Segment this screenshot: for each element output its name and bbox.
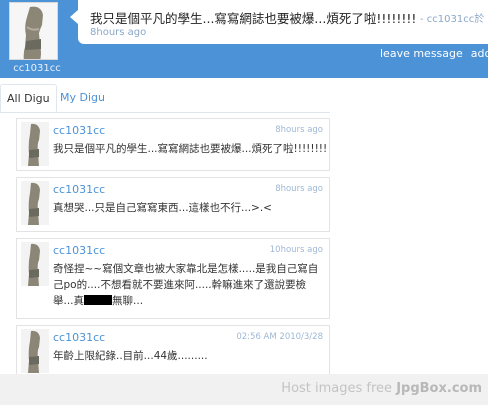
latest-status-time: 8hours ago <box>90 27 147 38</box>
latest-status-bubble: 我只是個平凡的學生...寫寫網誌也要被爆...煩死了啦!!!!!!!! - cc… <box>78 0 488 44</box>
leave-message-link[interactable]: leave message <box>380 47 463 60</box>
entry-time: 10hours ago <box>269 245 323 255</box>
entry-text-line: 舉...真 無聊... <box>53 293 323 309</box>
watermark-prefix: Host images free <box>281 381 393 396</box>
latest-status-text: 我只是個平凡的學生...寫寫網誌也要被爆...煩死了啦!!!!!!!! <box>90 11 417 26</box>
host-watermark: Host images free JpgBox.com <box>281 381 482 396</box>
entry-text: 我只是個平凡的學生...寫寫網誌也要被爆...煩死了啦!!!!!!!! <box>53 143 328 155</box>
footer-bar: Host images free JpgBox.com <box>0 374 488 405</box>
entry-author[interactable]: cc1031cc <box>53 124 105 137</box>
entry-text: 年齡上限紀錄..目前...44歲......... <box>53 350 208 362</box>
profile-header: cc1031cc 我只是個平凡的學生...寫寫網誌也要被爆...煩死了啦!!!!… <box>0 0 488 78</box>
tab-all-digu[interactable]: All Digu <box>0 84 57 112</box>
entry-text-fragment: 舉...真 <box>53 295 85 307</box>
status-feed: cc1031cc 8hours ago 我只是個平凡的學生...寫寫網誌也要被爆… <box>0 112 330 376</box>
entry-time: 02:56 AM 2010/3/28 <box>236 332 323 342</box>
entry-text-line: 己po的....不想看就不要進來阿.....幹嘛進來了還說要檢 <box>53 279 307 291</box>
add-friend-link[interactable]: add fri <box>471 47 488 60</box>
entry-text: 真想哭...只是自己寫寫東西...這樣也不行...>.< <box>53 202 272 214</box>
latest-status-author[interactable]: - cc1031cc於 <box>420 10 484 25</box>
entry-time: 8hours ago <box>275 184 323 194</box>
entry-text: 奇怪捏~~寫個文章也被大家靠北是怎樣.....是我自己寫自 己po的....不想… <box>53 261 323 309</box>
entry-author[interactable]: cc1031cc <box>53 244 105 257</box>
entry-avatar[interactable] <box>21 242 49 286</box>
entry-text-fragment: 無聊... <box>112 295 144 307</box>
entry-author[interactable]: cc1031cc <box>53 183 105 196</box>
profile-username[interactable]: cc1031cc <box>2 63 72 74</box>
watermark-brand: JpgBox.com <box>396 381 482 396</box>
redaction-block <box>84 295 113 305</box>
entry-avatar[interactable] <box>21 329 49 373</box>
feed-entry: cc1031cc 10hours ago 奇怪捏~~寫個文章也被大家靠北是怎樣.… <box>16 238 330 319</box>
feed-entry: cc1031cc 8hours ago 我只是個平凡的學生...寫寫網誌也要被爆… <box>16 118 330 171</box>
profile-avatar[interactable] <box>9 2 58 60</box>
bubble-pointer <box>70 10 78 24</box>
tab-my-digu[interactable]: My Digu <box>54 84 111 112</box>
entry-avatar[interactable] <box>21 122 49 166</box>
feed-entry: cc1031cc 8hours ago 真想哭...只是自己寫寫東西...這樣也… <box>16 177 330 232</box>
feed-tabs: All Digu My Digu <box>0 84 330 113</box>
entry-avatar[interactable] <box>21 181 49 225</box>
entry-text-line: 奇怪捏~~寫個文章也被大家靠北是怎樣.....是我自己寫自 <box>53 263 319 275</box>
entry-time: 8hours ago <box>275 125 323 135</box>
entry-author[interactable]: cc1031cc <box>53 331 105 344</box>
feed-entry: cc1031cc 02:56 AM 2010/3/28 年齡上限紀錄..目前..… <box>16 325 330 376</box>
header-links: leave message add fri <box>380 47 488 60</box>
